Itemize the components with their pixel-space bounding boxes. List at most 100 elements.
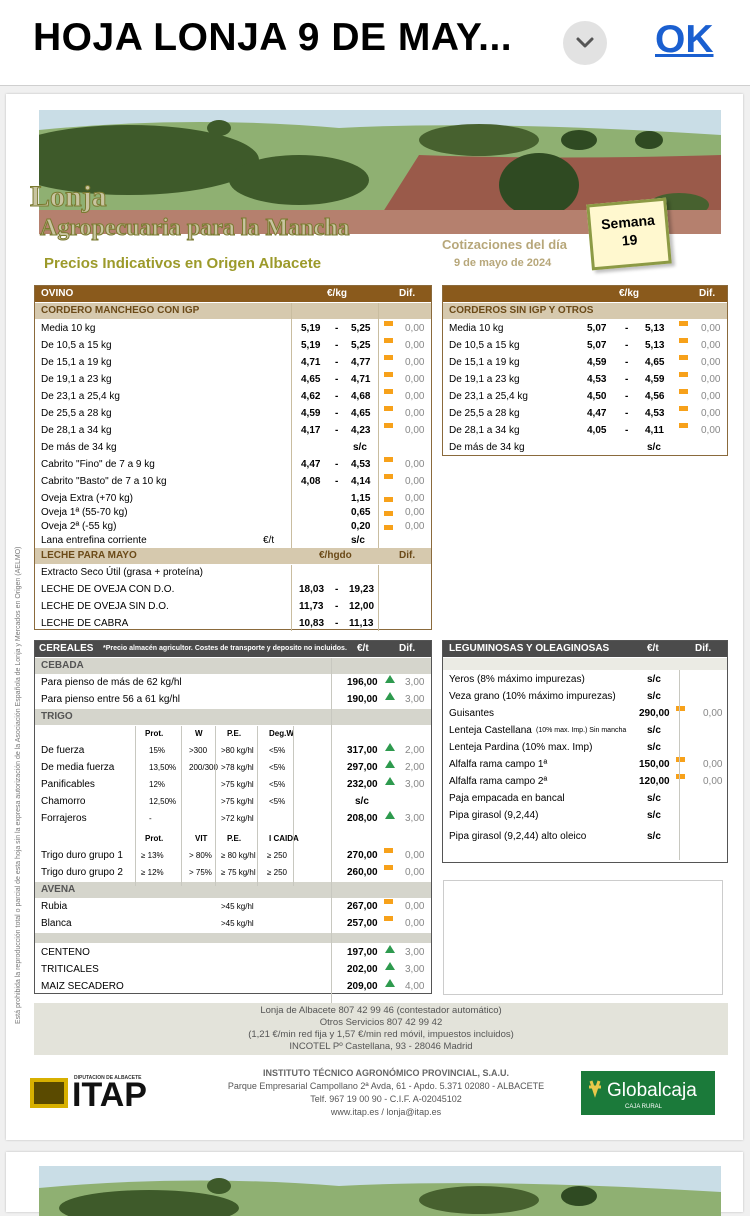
- row-dif: 3,00: [405, 813, 425, 824]
- stable-indicator-icon: [384, 497, 393, 502]
- row-label: Forrajeros: [41, 813, 87, 824]
- stable-indicator-icon: [679, 423, 688, 428]
- stable-indicator-icon: [384, 355, 393, 360]
- trigo-column-header: W: [195, 729, 203, 738]
- row-val: s/c: [647, 725, 661, 736]
- duro-vit: > 75%: [189, 868, 212, 877]
- row-max: 4,53: [351, 459, 371, 470]
- row-val: 0,65: [351, 507, 371, 518]
- row-dif: 0,00: [405, 425, 425, 436]
- avena-pe: >45 kg/hl: [221, 902, 254, 911]
- trigo-row: De fuerza 15% >300 >80 kg/hl <5% 317,00 2,00: [35, 743, 431, 759]
- trigo-prot: 13,50%: [149, 763, 177, 772]
- stable-indicator-icon: [384, 511, 393, 516]
- row-min: 10,83: [299, 618, 325, 629]
- oveja-row: Oveja 2ª (-55 kg) 0,20 0,00: [35, 520, 431, 534]
- row-dif: 0,00: [405, 459, 425, 470]
- row-dif: 2,00: [405, 762, 425, 773]
- row-val: s/c: [355, 796, 369, 807]
- stable-indicator-icon: [384, 389, 393, 394]
- column-divider: [679, 670, 680, 860]
- row-min: 4,47: [587, 408, 607, 419]
- cordero-igp-row: De 28,1 a 34 kg 4,17 - 4,23 0,00: [35, 423, 431, 439]
- column-divider: [181, 726, 182, 886]
- leguminosas-dif: Dif.: [695, 643, 712, 654]
- row-label: CENTENO: [41, 947, 90, 958]
- dash-separator: -: [335, 391, 339, 402]
- row-val: 196,00: [347, 677, 378, 688]
- row-max: 19,23: [349, 584, 375, 595]
- cabrito-row: Cabrito "Fino" de 7 a 9 kg 4,47 - 4,53 0,00: [35, 457, 431, 473]
- cordero-igp-row: De 15,1 a 19 kg 4,71 - 4,77 0,00: [35, 355, 431, 371]
- stable-indicator-icon: [679, 406, 688, 411]
- column-divider: [378, 303, 379, 548]
- column-divider: [378, 565, 379, 631]
- row-val: 202,00: [347, 964, 378, 975]
- row-label: LECHE DE OVEJA CON D.O.: [41, 584, 175, 595]
- leche-row: LECHE DE OVEJA SIN D.O. 11,73-12,00: [35, 599, 431, 615]
- trigo-column-header: Prot.: [145, 729, 164, 738]
- itap-text: ITAP: [72, 1076, 147, 1114]
- stable-indicator-icon: [384, 457, 393, 462]
- row-dif: 0,00: [701, 323, 721, 334]
- dash-separator: -: [625, 425, 629, 436]
- dash-separator: -: [335, 323, 339, 334]
- column-divider: [135, 726, 136, 886]
- leche-unit: €/hgdo: [319, 550, 352, 561]
- row-label: Pipa girasol (9,2,44) alto oleico: [449, 831, 587, 842]
- duro-row: Trigo duro grupo 2 ≥ 12% > 75% ≥ 75 kg/hl ≥ …: [35, 865, 431, 881]
- cordero-igp-title: CORDERO MANCHEGO CON IGP: [41, 305, 200, 316]
- row-label: De 25,5 a 28 kg: [41, 408, 112, 419]
- row-max: 4,65: [645, 357, 665, 368]
- up-arrow-icon: [385, 760, 395, 768]
- institution-web: www.itap.es / lonja@itap.es: [330, 1107, 442, 1117]
- row-max: 4,23: [351, 425, 371, 436]
- duro-caida: ≥ 250: [267, 851, 287, 860]
- cereales-header: CEREALES *Precio almacén agricultor. Cost…: [35, 641, 431, 657]
- row-val: 297,00: [347, 762, 378, 773]
- leche-dif: Dif.: [399, 550, 416, 561]
- row-dif: 0,00: [405, 507, 425, 518]
- leguminosas-header: LEGUMINOSAS Y OLEAGINOSAS €/t Dif.: [443, 641, 727, 657]
- chevron-down-icon[interactable]: [563, 21, 607, 65]
- row-label: De 23,1 a 25,4 kg: [41, 391, 120, 402]
- row-label: Chamorro: [41, 796, 86, 807]
- stable-indicator-icon: [384, 474, 393, 479]
- cotizaciones-date: 9 de mayo de 2024: [454, 257, 552, 269]
- trigo-row: De media fuerza 13,50% 200/300 >78 kg/hl <5%…: [35, 760, 431, 776]
- row-val: 232,00: [347, 779, 378, 790]
- cordero-igp-header: CORDERO MANCHEGO CON IGP: [35, 303, 431, 319]
- corderos-row: De más de 34 kg s/c: [443, 440, 727, 456]
- row-label: De más de 34 kg: [41, 442, 117, 453]
- row-dif: 0,00: [405, 340, 425, 351]
- leguminosas-row: Paja empacada en bancal s/c: [443, 791, 727, 807]
- column-divider: [291, 303, 292, 548]
- leguminosas-row: Alfalfa rama campo 1ª 150,00 0,00: [443, 757, 727, 773]
- corderos-row: Media 10 kg 5,07 - 5,13 0,00: [443, 321, 727, 337]
- trigo-header: TRIGO: [35, 709, 431, 725]
- row-note: (10% max. Imp.) Sin mancha: [536, 727, 627, 734]
- row-dif: 0,00: [405, 521, 425, 532]
- duro-column-header: P.E.: [227, 834, 242, 843]
- dash-separator: -: [625, 391, 629, 402]
- viewer-header: HOJA LONJA 9 DE MAY... OK: [0, 0, 750, 86]
- row-val: s/c: [351, 535, 365, 546]
- row-min: 4,62: [301, 391, 321, 402]
- otros-cereal-row: CENTENO 197,00 3,00: [35, 945, 431, 961]
- row-max: 4,11: [645, 425, 664, 436]
- cordero-igp-row: De más de 34 kg s/c: [35, 440, 431, 456]
- stable-indicator-icon: [676, 757, 685, 762]
- trigo-deg: <5%: [269, 780, 286, 789]
- stable-indicator-icon: [679, 355, 688, 360]
- cebada-row: Para pienso entre 56 a 61 kg/hl 190,00 3,0…: [35, 692, 431, 708]
- footer-line: Otros Servicios 807 42 99 42: [319, 1017, 443, 1028]
- trigo-row: Forrajeros - >72 kg/hl 208,00 3,00: [35, 811, 431, 827]
- institution-phone: Telf. 967 19 00 90 - C.I.F. A-02045102: [310, 1094, 462, 1104]
- oveja-row: Lana entrefina corriente €/t s/c: [35, 534, 431, 548]
- trigo-prot: 15%: [149, 746, 166, 755]
- row-min: 4,05: [587, 425, 607, 436]
- ok-button[interactable]: OK: [655, 18, 714, 62]
- row-label: Para pienso entre 56 a 61 kg/hl: [41, 694, 180, 705]
- dash-separator: -: [335, 601, 339, 612]
- duro-columns: Prot. VIT P.E. I CAIDA: [35, 831, 431, 847]
